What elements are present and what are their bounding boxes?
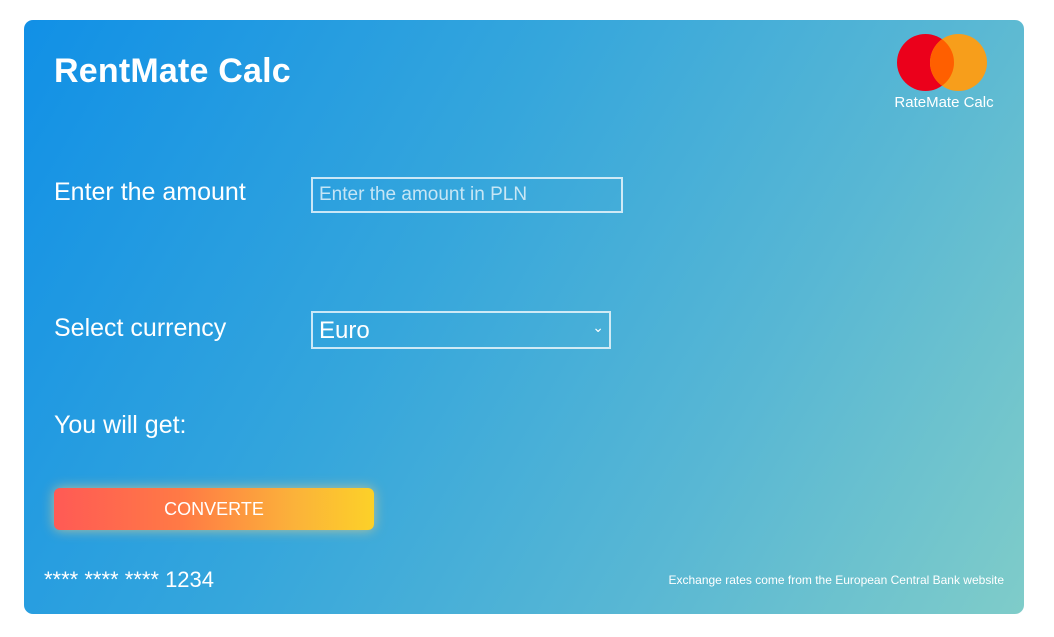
chevron-down-icon: ⌄	[592, 319, 604, 335]
currency-label: Select currency	[54, 314, 227, 342]
app-title: RentMate Calc	[54, 52, 291, 90]
currency-selected-value: Euro	[319, 317, 370, 344]
exchange-rate-note: Exchange rates come from the European Ce…	[668, 573, 1004, 587]
amount-input[interactable]	[311, 177, 623, 213]
convert-button[interactable]: CONVERTE	[54, 488, 374, 530]
card-number: **** **** **** 1234	[44, 567, 215, 592]
converter-card: RentMate Calc RateMate Calc Enter the am…	[24, 20, 1024, 614]
currency-select[interactable]: Euro ⌄	[311, 311, 611, 349]
amount-label: Enter the amount	[54, 178, 246, 206]
logo-label: RateMate Calc	[894, 94, 994, 111]
card-logo: RateMate Calc	[890, 34, 998, 114]
result-label: You will get:	[54, 411, 187, 439]
